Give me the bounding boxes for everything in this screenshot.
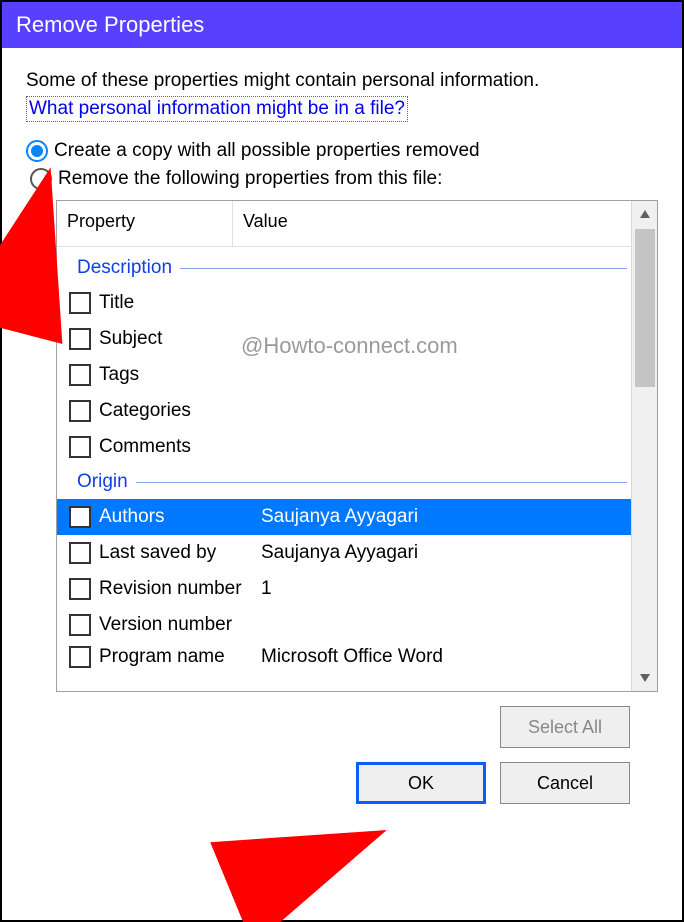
- table-row[interactable]: Title: [57, 285, 631, 321]
- checkbox[interactable]: [69, 542, 91, 564]
- checkbox[interactable]: [69, 328, 91, 350]
- col-value[interactable]: Value: [233, 201, 657, 246]
- property-value: 1: [261, 578, 631, 600]
- info-link[interactable]: What personal information might be in a …: [26, 96, 408, 122]
- property-value: Saujanya Ayyagari: [261, 506, 631, 528]
- radio-icon: [26, 140, 48, 162]
- property-name: Title: [97, 292, 261, 314]
- checkbox[interactable]: [69, 506, 91, 528]
- annotation-arrow-icon: [238, 828, 368, 903]
- property-name: Version number: [97, 614, 261, 636]
- window-title: Remove Properties: [16, 12, 204, 37]
- group-description-label: Description: [77, 257, 172, 279]
- table-body: Description Title Subject Tags Categorie: [57, 247, 631, 691]
- group-origin: Origin: [57, 465, 631, 499]
- col-property[interactable]: Property: [57, 201, 233, 246]
- intro-text: Some of these properties might contain p…: [26, 70, 658, 92]
- property-name: Revision number: [97, 578, 261, 600]
- radio-create-copy-label: Create a copy with all possible properti…: [54, 140, 480, 162]
- property-name: Subject: [97, 328, 261, 350]
- checkbox[interactable]: [69, 436, 91, 458]
- property-name: Authors: [97, 506, 261, 528]
- cancel-button[interactable]: Cancel: [500, 762, 630, 804]
- table-row[interactable]: Comments: [57, 429, 631, 465]
- scroll-down-icon[interactable]: [632, 665, 657, 691]
- scroll-up-icon[interactable]: [632, 201, 657, 227]
- property-name: Categories: [97, 400, 261, 422]
- properties-table: Property Value Description Title Subject…: [56, 200, 658, 692]
- scroll-thumb[interactable]: [635, 229, 655, 387]
- checkbox[interactable]: [69, 614, 91, 636]
- radio-remove-following[interactable]: Remove the following properties from thi…: [30, 168, 658, 190]
- table-row[interactable]: Categories: [57, 393, 631, 429]
- property-value: Microsoft Office Word: [261, 646, 631, 668]
- button-bar: Select All OK Cancel: [26, 706, 630, 804]
- table-row[interactable]: Version number: [57, 607, 631, 643]
- window-titlebar: Remove Properties: [2, 2, 682, 48]
- radio-icon: [30, 168, 52, 190]
- dialog-content: Some of these properties might contain p…: [2, 48, 682, 814]
- ok-button[interactable]: OK: [356, 762, 486, 804]
- checkbox[interactable]: [69, 578, 91, 600]
- radio-create-copy[interactable]: Create a copy with all possible properti…: [26, 140, 658, 162]
- table-row[interactable]: Tags: [57, 357, 631, 393]
- property-value: Saujanya Ayyagari: [261, 542, 631, 564]
- scroll-track[interactable]: [635, 227, 655, 665]
- table-row[interactable]: Subject: [57, 321, 631, 357]
- divider: [180, 268, 627, 269]
- property-name: Comments: [97, 436, 261, 458]
- property-name: Tags: [97, 364, 261, 386]
- radio-remove-following-label: Remove the following properties from thi…: [58, 168, 442, 190]
- group-description: Description: [57, 251, 631, 285]
- select-all-button[interactable]: Select All: [500, 706, 630, 748]
- checkbox[interactable]: [69, 364, 91, 386]
- checkbox[interactable]: [69, 292, 91, 314]
- checkbox[interactable]: [69, 646, 91, 668]
- property-name: Program name: [97, 646, 261, 668]
- table-row[interactable]: Revision number 1: [57, 571, 631, 607]
- property-name: Last saved by: [97, 542, 261, 564]
- table-row[interactable]: Program name Microsoft Office Word: [57, 643, 631, 671]
- table-row[interactable]: Authors Saujanya Ayyagari: [57, 499, 631, 535]
- checkbox[interactable]: [69, 400, 91, 422]
- group-origin-label: Origin: [77, 471, 128, 493]
- table-row[interactable]: Last saved by Saujanya Ayyagari: [57, 535, 631, 571]
- table-header: Property Value: [57, 201, 657, 247]
- vertical-scrollbar[interactable]: [631, 201, 657, 691]
- divider: [136, 482, 627, 483]
